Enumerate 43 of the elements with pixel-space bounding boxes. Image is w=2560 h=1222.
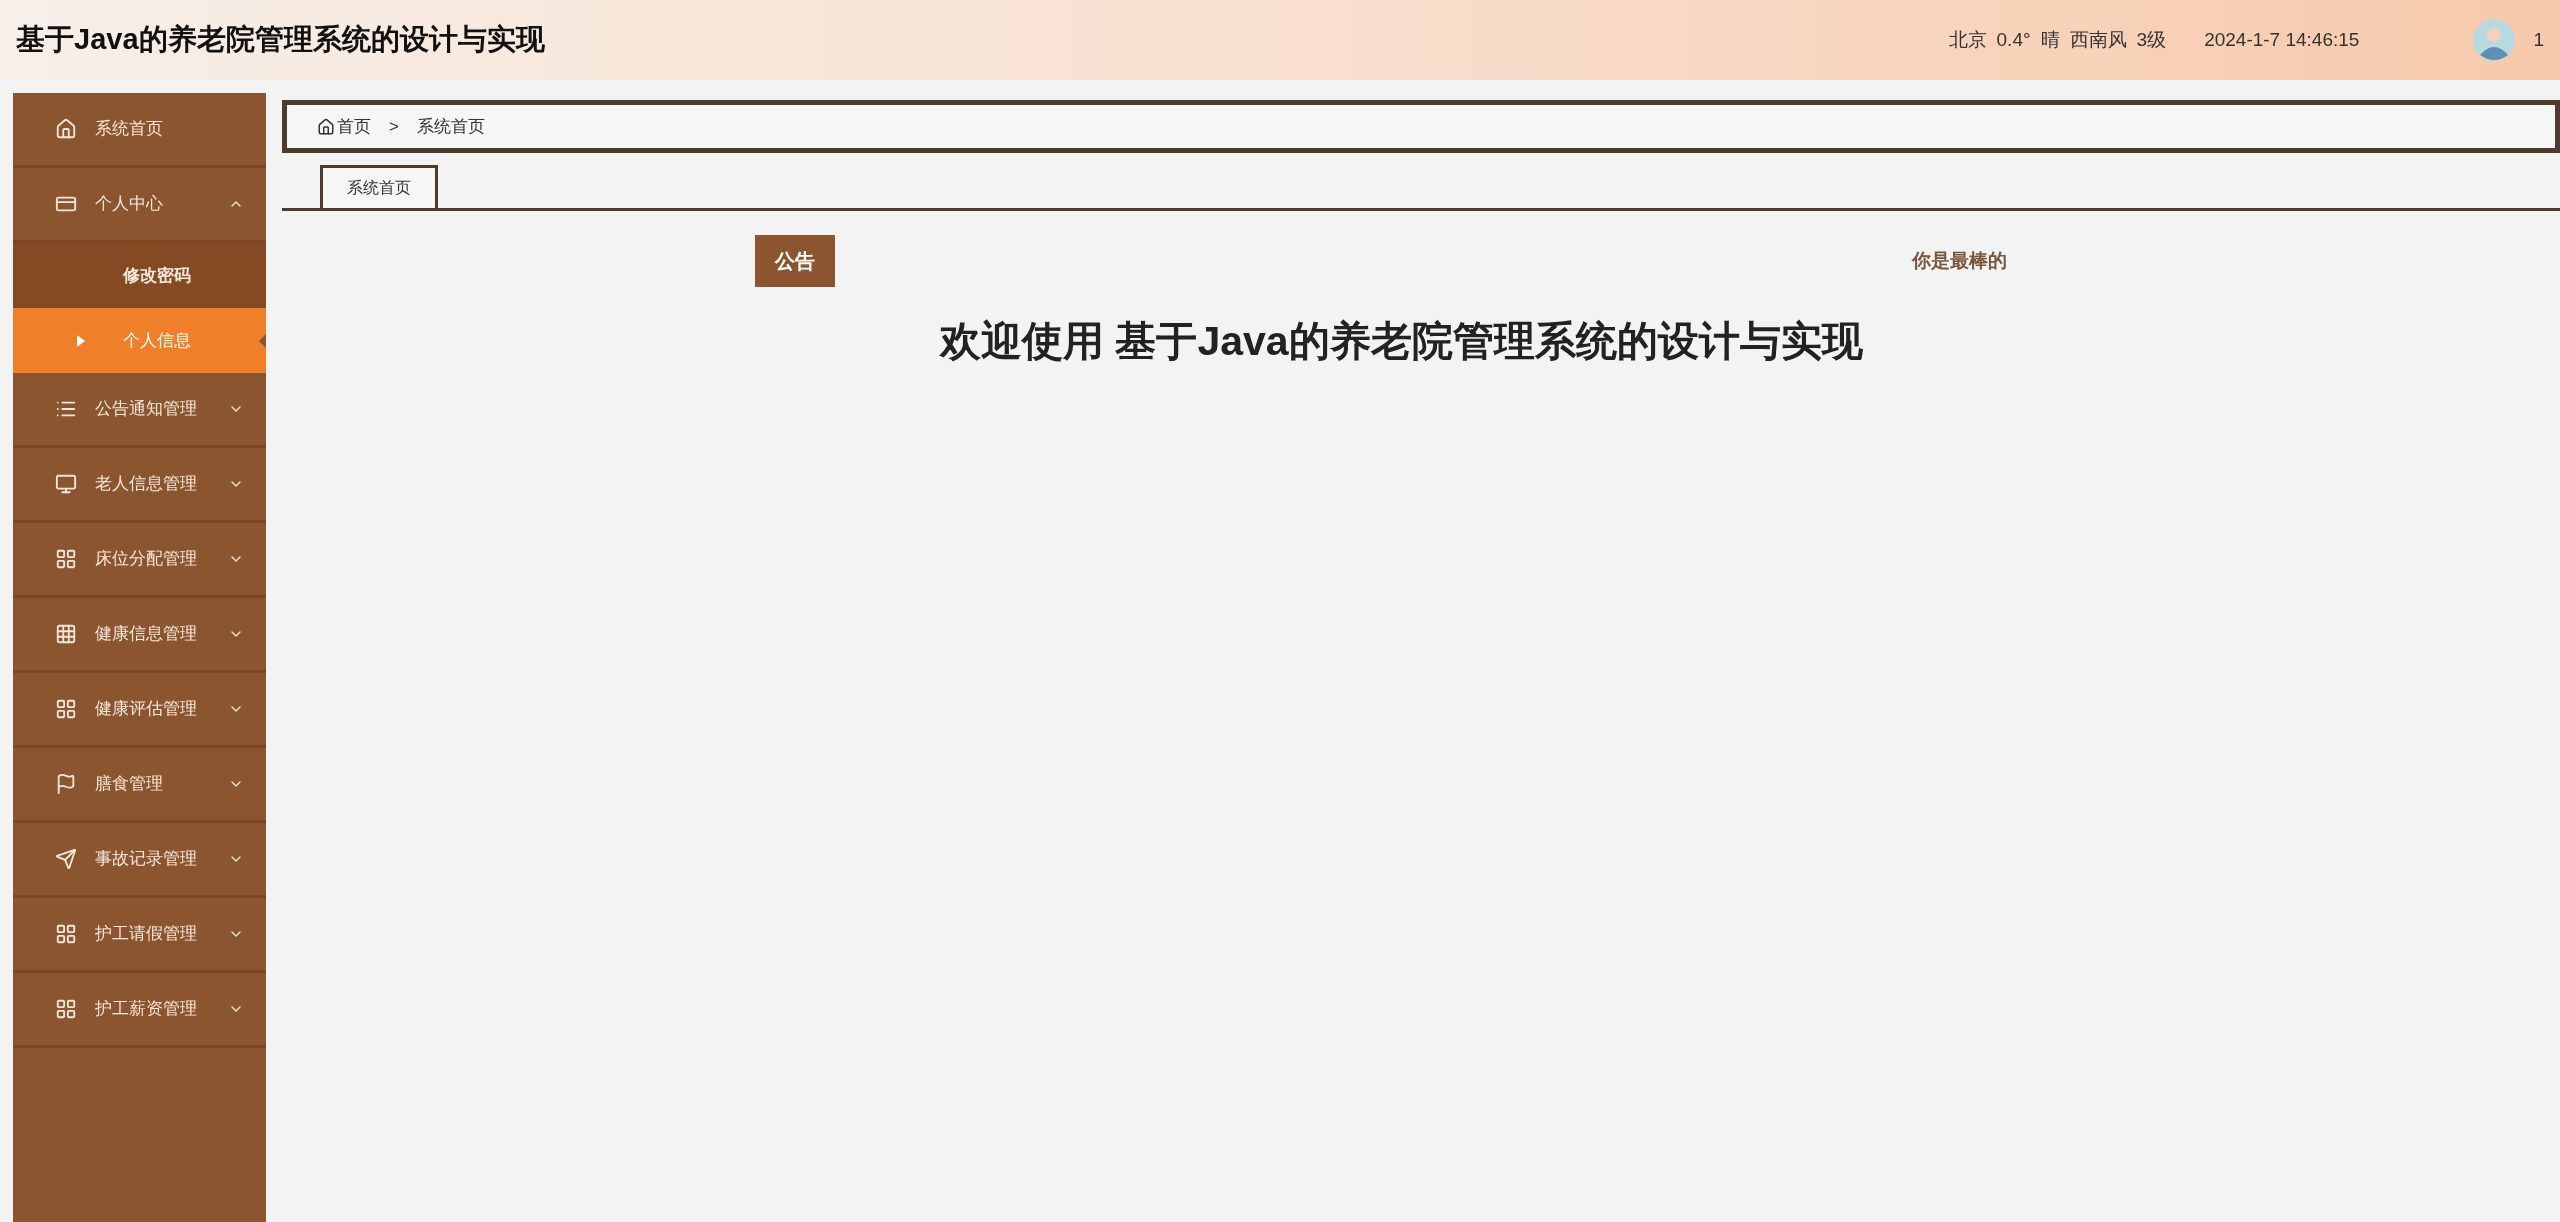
menu-label: 健康信息管理 — [95, 623, 198, 646]
menu-label: 护工薪资管理 — [95, 998, 198, 1021]
submenu-item[interactable]: 修改密码 — [13, 243, 266, 308]
menu-label: 床位分配管理 — [95, 548, 198, 571]
menu-label: 健康评估管理 — [95, 698, 198, 721]
weather-text: 0.4° — [1996, 27, 2031, 52]
menu-label: 系统首页 — [95, 118, 164, 141]
app-title: 基于Java的养老院管理系统的设计与实现 — [16, 22, 545, 58]
page-tab[interactable]: 系统首页 — [320, 165, 438, 208]
caret-left-icon — [259, 333, 266, 348]
weather-text: 西南风 — [2069, 27, 2127, 52]
grid-icon — [55, 998, 77, 1020]
caret-right-icon — [77, 334, 85, 347]
breadcrumb-item: > — [389, 115, 399, 138]
menu-label: 公告通知管理 — [95, 398, 198, 421]
submenu-label: 修改密码 — [123, 264, 191, 287]
menu-label: 膳食管理 — [95, 773, 164, 796]
notice-text: 你是最棒的 — [1912, 248, 2007, 273]
grid-icon — [55, 698, 77, 720]
paper-plane-icon — [55, 848, 77, 870]
avatar[interactable] — [2473, 19, 2516, 61]
weather-text: 晴 — [2040, 27, 2060, 52]
home-icon — [317, 117, 335, 136]
grid-icon — [55, 548, 77, 570]
welcome-heading: 欢迎使用 基于Java的养老院管理系统的设计与实现 — [940, 317, 1864, 366]
submenu-label: 个人信息 — [123, 329, 191, 352]
submenu-item[interactable]: 个人信息 — [13, 308, 266, 373]
notice-badge: 公告 — [755, 235, 835, 287]
flag-icon — [55, 773, 77, 795]
grid-icon — [55, 623, 77, 645]
home-icon — [55, 118, 77, 140]
weather-text: 北京 — [1948, 27, 1987, 52]
menu-label: 个人中心 — [95, 193, 164, 216]
datetime-text: 2024-1-7 14:46:15 — [2204, 27, 2360, 52]
menu-label: 护工请假管理 — [95, 923, 198, 946]
user-name[interactable]: 1 — [2533, 25, 2544, 55]
breadcrumb-item[interactable]: 首页 — [337, 113, 371, 140]
weather-text: 3级 — [2136, 27, 2167, 52]
menu-label: 老人信息管理 — [95, 473, 198, 496]
menu-label: 事故记录管理 — [95, 848, 198, 871]
monitor-icon — [55, 473, 77, 495]
grid-icon — [55, 923, 77, 945]
breadcrumb-item: 系统首页 — [416, 115, 485, 138]
